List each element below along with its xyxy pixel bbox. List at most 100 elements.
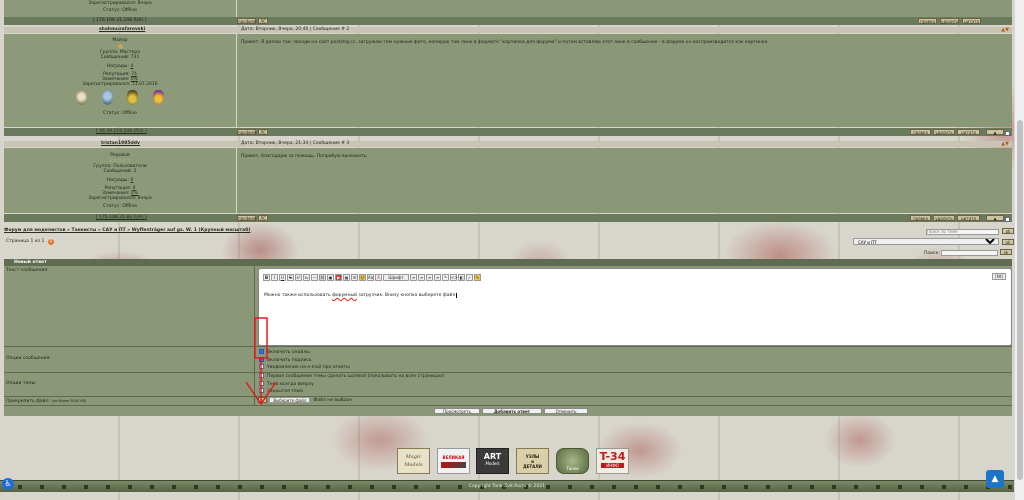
- superscript-button[interactable]: x²: [295, 273, 302, 281]
- logo-tanki-text: Танки: [566, 466, 579, 471]
- logo-velikaya-bar: [441, 462, 466, 468]
- medal-icon[interactable]: [76, 90, 87, 105]
- submit-button[interactable]: Добавить ответ: [482, 408, 542, 414]
- editor-link[interactable]: форумный: [332, 293, 357, 298]
- post2-awards-value[interactable]: 0: [130, 178, 133, 183]
- post0-body: [237, 0, 1012, 17]
- post1-rank: Майор: [112, 38, 128, 43]
- logo-magic-models[interactable]: Magic Models: [397, 448, 430, 474]
- font-color-button[interactable]: A: [375, 273, 382, 281]
- post1-up-button[interactable]: ▲: [986, 129, 1004, 135]
- topic-option-pinned[interactable]: Тема всегда вверху: [259, 380, 444, 389]
- forum-search-ok-button[interactable]: ok: [999, 249, 1013, 255]
- post2-quote-button[interactable]: цитата: [957, 215, 980, 221]
- cancel-button[interactable]: Отменить: [544, 408, 588, 414]
- post2-pm-button[interactable]: ЛС: [258, 215, 268, 221]
- medal-icon[interactable]: [101, 90, 113, 105]
- medal-icon[interactable]: [127, 90, 139, 105]
- post1-username[interactable]: shahmuzafarovski: [99, 27, 145, 32]
- accessibility-button[interactable]: ♿: [2, 478, 14, 490]
- post2-username[interactable]: tristan1985ddv: [101, 141, 140, 146]
- post0-ip[interactable]: [ 176.108.31.248 (UA) ]: [93, 18, 146, 23]
- rank-insignia-icon: [117, 44, 123, 49]
- post2-up-button[interactable]: ▲: [986, 215, 1004, 221]
- post1-quote-button[interactable]: цитата: [957, 129, 980, 135]
- topic-option-closed[interactable]: Закрытая тема: [259, 388, 444, 396]
- submit-row: Просмотреть Добавить ответ Отменить: [4, 405, 1012, 416]
- preview-button[interactable]: Просмотреть: [434, 408, 480, 414]
- post1-rate-icons[interactable]: ▲▼: [1001, 27, 1009, 33]
- justify-button[interactable]: ≡: [434, 273, 441, 281]
- font-size-button[interactable]: Aa: [367, 273, 374, 281]
- post1-delete-button[interactable]: удалить: [933, 129, 955, 135]
- page-current[interactable]: 1: [47, 239, 54, 245]
- post2-delete-button[interactable]: удалить: [933, 215, 955, 221]
- post2-profile-button[interactable]: профиль: [237, 215, 257, 221]
- page-scrollbar[interactable]: [1014, 0, 1024, 500]
- paint-icon[interactable]: ✎: [474, 273, 481, 281]
- scroll-top-button[interactable]: ▲: [986, 470, 1004, 488]
- bold-button[interactable]: B: [263, 273, 270, 281]
- smile-icon[interactable]: ☺: [359, 273, 366, 281]
- code-icon[interactable]: <>: [450, 273, 458, 281]
- post1-awards-value[interactable]: 4: [130, 64, 133, 69]
- breadcrumb[interactable]: Форум для моделистов » Танкисты » САУ и …: [4, 228, 250, 233]
- spellcheck-button[interactable]: ✓: [466, 273, 473, 281]
- underline-button[interactable]: U: [279, 273, 286, 281]
- annotation-arrow: [245, 317, 277, 406]
- topic-search-ok-button[interactable]: ok: [1001, 228, 1015, 234]
- post1-pm-button[interactable]: ЛС: [258, 129, 268, 135]
- post2-rate-icons[interactable]: ▲▼: [1001, 141, 1009, 147]
- post0-pm-button[interactable]: ЛС: [258, 18, 268, 24]
- logo-art-models[interactable]: ART Models: [476, 448, 509, 474]
- video-icon[interactable]: ▶: [335, 273, 342, 281]
- post2-edit-button[interactable]: правка: [910, 215, 931, 221]
- logo-tanki[interactable]: Танки: [556, 448, 589, 474]
- breadcrumb-text[interactable]: Форум для моделистов » Танкисты » САУ и …: [4, 228, 250, 233]
- medal-icon[interactable]: [152, 90, 164, 105]
- post0-profile-button[interactable]: профиль: [237, 18, 257, 24]
- forum-search-input[interactable]: [941, 249, 999, 256]
- align-left-button[interactable]: ≡: [410, 273, 417, 281]
- logo-t34-line1: T-34: [599, 450, 626, 463]
- table-icon[interactable]: ▦: [343, 273, 350, 281]
- link-icon[interactable]: ⛓: [319, 273, 326, 281]
- scrollbar-thumb[interactable]: [1017, 120, 1023, 480]
- message-options-label: Опции сообщения:: [6, 356, 51, 361]
- post1-profile-button[interactable]: профиль: [237, 129, 257, 135]
- forum-jump-ok-button[interactable]: ok: [1001, 239, 1015, 245]
- align-center-button[interactable]: ≡: [418, 273, 425, 281]
- forum-search-label: Поиск:: [924, 251, 940, 256]
- editor-text-before: Можно также использовать: [264, 293, 333, 298]
- quote-icon[interactable]: ❝: [442, 273, 449, 281]
- forum-jump-select[interactable]: САУ и ПТ: [853, 238, 999, 245]
- post1-edit-button[interactable]: правка: [910, 129, 931, 135]
- post2-status: Статус: Offline: [103, 204, 137, 209]
- logo-uzly-detali[interactable]: УЗЛЫ и ДЕТАЛИ: [516, 448, 549, 474]
- post1-ip[interactable]: [ 46.39.219.248 (RU) ]: [96, 129, 147, 134]
- horizontal-rule-button[interactable]: —: [311, 273, 318, 281]
- editor-mode-toggle[interactable]: [Nt]: [992, 273, 1006, 280]
- topic-option-header[interactable]: Первое сообщение темы сделать шапкой (по…: [259, 373, 444, 381]
- post1-select-checkbox[interactable]: [1005, 131, 1010, 136]
- italic-button[interactable]: I: [271, 273, 278, 281]
- align-right-button[interactable]: ≡: [426, 273, 433, 281]
- topic-search-input[interactable]: [926, 228, 999, 235]
- post2-awards: Награды: 0: [4, 178, 236, 183]
- post0-quote-button[interactable]: цитата: [962, 18, 981, 24]
- post0-edit-button[interactable]: правка: [918, 18, 937, 24]
- logo-velikaya[interactable]: ВЕЛИКАЯ: [437, 448, 470, 474]
- strikethrough-button[interactable]: S: [287, 273, 294, 281]
- editor-content[interactable]: Можно также использовать форумный загруз…: [264, 293, 458, 298]
- post2-messages: Сообщений: 2: [103, 169, 137, 174]
- spoiler-button[interactable]: ◧: [458, 273, 465, 281]
- list-icon[interactable]: ☰: [351, 273, 358, 281]
- post2-awards-label: Награды:: [106, 178, 129, 183]
- post2-select-checkbox[interactable]: [1005, 217, 1010, 222]
- logo-t34-info[interactable]: T-34 ИНФО: [596, 448, 629, 474]
- post2-ip[interactable]: [ 176.108.31.82 (UA) ]: [96, 215, 147, 220]
- image-icon[interactable]: ▣: [327, 273, 334, 281]
- post0-delete-button[interactable]: удалить: [940, 18, 959, 24]
- subscript-button[interactable]: x₂: [303, 273, 310, 281]
- font-family-select[interactable]: Шрифт: [383, 273, 409, 281]
